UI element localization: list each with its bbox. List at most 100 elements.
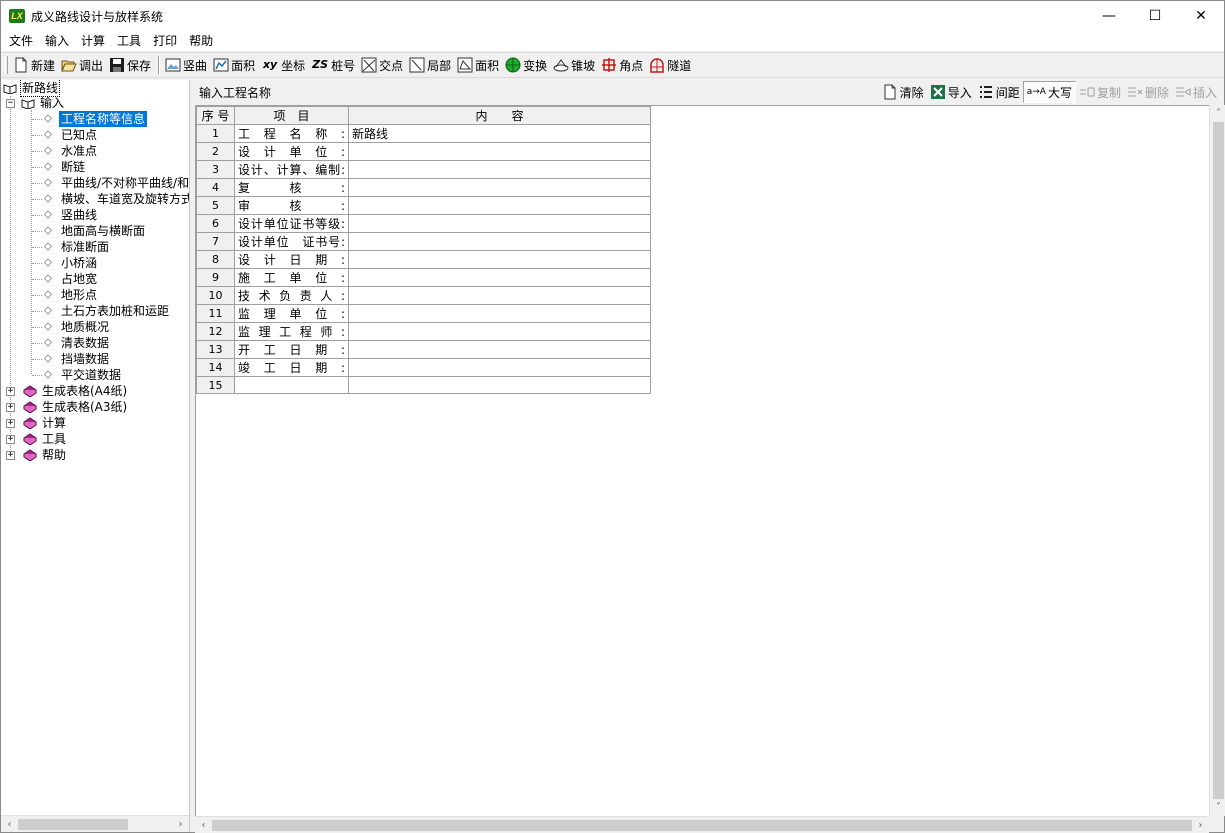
transform-button[interactable]: 变换	[503, 54, 549, 76]
tree-item[interactable]: ◇ 水准点	[43, 143, 99, 159]
tree-item[interactable]: ◇ 竖曲线	[43, 207, 99, 223]
load-button[interactable]: 调出	[59, 54, 105, 76]
item-cell[interactable]: 监理工程师:	[234, 322, 349, 341]
column-header-content[interactable]: 内 容	[348, 106, 651, 125]
station-button[interactable]: ZS 桩号	[309, 54, 357, 76]
tree-group[interactable]: 生成表格(A4纸)	[23, 383, 129, 399]
row-number-cell[interactable]: 2	[196, 142, 235, 161]
toolbar-grip[interactable]	[5, 56, 8, 74]
menu-calculate[interactable]: 计算	[75, 31, 111, 51]
area-button-2[interactable]: 面积	[455, 54, 501, 76]
tree-item[interactable]: ◇ 土石方表加桩和运距	[43, 303, 171, 319]
local-button[interactable]: 局部	[407, 54, 453, 76]
coordinate-button[interactable]: xy 坐标	[259, 54, 307, 76]
row-number-cell[interactable]: 9	[196, 268, 235, 287]
row-number-cell[interactable]: 13	[196, 340, 235, 359]
cone-slope-button[interactable]: 锥坡	[551, 54, 597, 76]
intersection-button[interactable]: 交点	[359, 54, 405, 76]
new-button[interactable]: 新建	[11, 54, 57, 76]
item-cell[interactable]: 设计日期:	[234, 250, 349, 269]
tree-item[interactable]: ◇ 横坡、车道宽及旋转方式	[43, 191, 189, 207]
tree-expand-toggle[interactable]: +	[6, 419, 15, 428]
scroll-down-arrow[interactable]: ˅	[1210, 799, 1225, 816]
scroll-thumb[interactable]	[212, 820, 1192, 831]
tree-item[interactable]: ◇ 清表数据	[43, 335, 111, 351]
tree-group[interactable]: 帮助	[23, 447, 68, 463]
content-cell[interactable]	[348, 358, 651, 377]
tree-collapse-toggle[interactable]: −	[6, 99, 15, 108]
menu-file[interactable]: 文件	[3, 31, 39, 51]
scroll-up-arrow[interactable]: ˄	[1210, 105, 1225, 122]
content-cell[interactable]	[348, 268, 651, 287]
row-number-cell[interactable]: 1	[196, 124, 235, 143]
row-number-cell[interactable]: 6	[196, 214, 235, 233]
scroll-left-arrow[interactable]: ‹	[195, 817, 212, 833]
scroll-right-arrow[interactable]: ›	[1192, 817, 1209, 833]
tree-item[interactable]: ◇ 工程名称等信息	[43, 111, 148, 127]
item-cell[interactable]: 设计单位证书等级:	[234, 214, 349, 233]
item-cell[interactable]	[234, 376, 349, 394]
horizontal-scrollbar[interactable]: ‹ ›	[195, 816, 1209, 833]
row-number-cell[interactable]: 5	[196, 196, 235, 215]
insert-button[interactable]: 插入	[1172, 81, 1220, 103]
vertical-curve-button[interactable]: 竖曲	[163, 54, 209, 76]
column-header-index[interactable]: 序 号	[196, 106, 235, 125]
tunnel-button[interactable]: 隧道	[647, 54, 693, 76]
delete-button[interactable]: 删除	[1124, 81, 1172, 103]
row-number-cell[interactable]: 4	[196, 178, 235, 197]
spacing-button[interactable]: 间距	[975, 81, 1023, 103]
maximize-button[interactable]: ☐	[1132, 1, 1178, 31]
row-number-cell[interactable]: 7	[196, 232, 235, 251]
row-number-cell[interactable]: 11	[196, 304, 235, 323]
item-cell[interactable]: 审核:	[234, 196, 349, 215]
content-cell[interactable]	[348, 304, 651, 323]
item-cell[interactable]: 复核:	[234, 178, 349, 197]
tree-item[interactable]: ◇ 挡墙数据	[43, 351, 111, 367]
content-cell[interactable]	[348, 376, 651, 394]
item-cell[interactable]: 技术负责人:	[234, 286, 349, 305]
content-cell[interactable]	[348, 250, 651, 269]
row-number-cell[interactable]: 15	[196, 376, 235, 394]
tree-expand-toggle[interactable]: +	[6, 451, 15, 460]
content-cell[interactable]	[348, 214, 651, 233]
item-cell[interactable]: 监理单位:	[234, 304, 349, 323]
menu-tools[interactable]: 工具	[111, 31, 147, 51]
area-button-1[interactable]: 面积	[211, 54, 257, 76]
item-cell[interactable]: 竣工日期:	[234, 358, 349, 377]
content-cell[interactable]: 新路线	[348, 124, 651, 143]
scroll-right-arrow[interactable]: ›	[172, 816, 189, 832]
item-cell[interactable]: 工程名称:	[234, 124, 349, 143]
import-button[interactable]: 导入	[927, 81, 975, 103]
row-number-cell[interactable]: 12	[196, 322, 235, 341]
item-cell[interactable]: 施工单位:	[234, 268, 349, 287]
tree-group[interactable]: 工具	[23, 431, 68, 447]
row-number-cell[interactable]: 10	[196, 286, 235, 305]
tree-item[interactable]: ◇ 小桥涵	[43, 255, 99, 271]
menu-print[interactable]: 打印	[147, 31, 183, 51]
content-cell[interactable]	[348, 178, 651, 197]
tree-expand-toggle[interactable]: +	[6, 387, 15, 396]
row-number-cell[interactable]: 14	[196, 358, 235, 377]
tree-item[interactable]: ◇ 已知点	[43, 127, 99, 143]
tree-item[interactable]: ◇ 标准断面	[43, 239, 111, 255]
tree-expand-toggle[interactable]: +	[6, 403, 15, 412]
item-cell[interactable]: 设计单位 证书号:	[234, 232, 349, 251]
tree-expand-toggle[interactable]: +	[6, 435, 15, 444]
column-header-item[interactable]: 项 目	[234, 106, 349, 125]
tree-item[interactable]: ◇ 地质概况	[43, 319, 111, 335]
tree-item[interactable]: ◇ 平交道数据	[43, 367, 123, 383]
uppercase-toggle[interactable]: a→A 大写	[1022, 81, 1076, 103]
row-number-cell[interactable]: 3	[196, 160, 235, 179]
tree-item[interactable]: ◇ 地面高与横断面	[43, 223, 147, 239]
content-cell[interactable]	[348, 340, 651, 359]
menu-help[interactable]: 帮助	[183, 31, 219, 51]
tree-item[interactable]: ◇ 地形点	[43, 287, 99, 303]
content-cell[interactable]	[348, 196, 651, 215]
tree-item[interactable]: ◇ 占地宽	[43, 271, 99, 287]
data-grid-area[interactable]: 序 号 项 目 内 容 1 工程名称: 新路线 2 设计单位: 3 设计、计算、编制: 4 复核…	[195, 105, 1224, 816]
tree-horizontal-scrollbar[interactable]: ‹ ›	[1, 815, 189, 832]
scroll-thumb[interactable]	[18, 819, 128, 830]
content-cell[interactable]	[348, 232, 651, 251]
clear-button[interactable]: 清除	[879, 81, 927, 103]
menu-input[interactable]: 输入	[39, 31, 75, 51]
